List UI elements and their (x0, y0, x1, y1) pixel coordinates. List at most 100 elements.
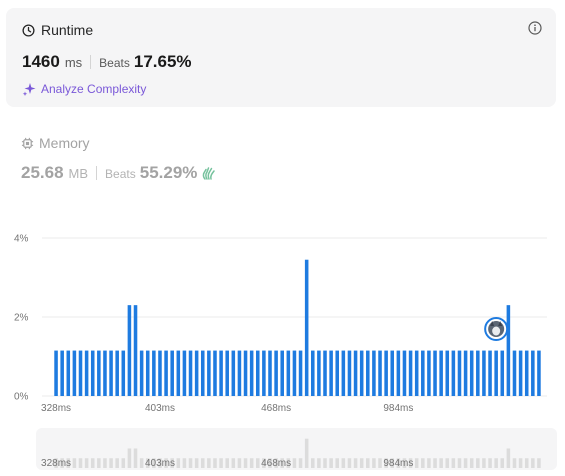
memory-section[interactable]: Memory 25.68 MB Beats 55.29% (21, 135, 217, 183)
chart-bar[interactable] (109, 350, 113, 396)
chart-bar[interactable] (97, 350, 101, 396)
chart-bar[interactable] (402, 350, 407, 396)
chart-bar[interactable] (133, 305, 138, 396)
analyze-complexity-label: Analyze Complexity (41, 82, 147, 96)
mini-bar (200, 458, 205, 468)
x-tick-label: 984ms (383, 403, 413, 414)
chart-bar[interactable] (506, 305, 511, 396)
chart-bar[interactable] (341, 350, 346, 396)
chart-bar[interactable] (262, 350, 266, 396)
chart-bar[interactable] (152, 350, 156, 396)
chart-bar[interactable] (84, 350, 89, 396)
chart-bar[interactable] (421, 350, 425, 396)
chart-bar[interactable] (476, 350, 480, 396)
chart-bar[interactable] (531, 350, 535, 396)
runtime-distribution-chart[interactable]: 0% 2% 4% 328ms 403ms 468ms 984ms (0, 225, 565, 420)
chart-bar[interactable] (500, 350, 505, 396)
chart-bar[interactable] (188, 350, 193, 396)
chart-bar[interactable] (145, 350, 150, 396)
chart-bar[interactable] (78, 350, 83, 396)
chart-bar[interactable] (390, 350, 395, 396)
chart-bar[interactable] (427, 350, 431, 396)
chart-bar[interactable] (127, 305, 132, 396)
chart-bar[interactable] (488, 350, 492, 396)
chart-bar[interactable] (445, 350, 450, 396)
chart-bar[interactable] (463, 350, 468, 396)
chart-bar[interactable] (311, 350, 315, 396)
chip-icon (21, 137, 34, 149)
mini-bar (372, 458, 376, 468)
chart-bar[interactable] (225, 350, 229, 396)
chart-bar[interactable] (469, 350, 474, 396)
chart-bar[interactable] (139, 350, 144, 396)
chart-bar[interactable] (66, 350, 71, 396)
mini-x-tick-label: 328ms (41, 458, 71, 469)
chart-bar[interactable] (243, 350, 248, 396)
chart-bar[interactable] (72, 350, 77, 396)
chart-bar[interactable] (512, 350, 517, 396)
chart-bar[interactable] (115, 350, 119, 396)
chart-bar[interactable] (158, 350, 162, 396)
chart-bar[interactable] (451, 350, 456, 396)
chart-bar[interactable] (396, 350, 401, 396)
chart-bar[interactable] (170, 350, 174, 396)
runtime-card[interactable]: Runtime 1460 ms Beats 17.65% Analyze Com… (6, 8, 556, 107)
chart-bar[interactable] (200, 350, 205, 396)
chart-bar[interactable] (414, 350, 419, 396)
chart-bar[interactable] (384, 350, 388, 396)
chart-bar[interactable] (194, 350, 199, 396)
info-icon[interactable] (528, 21, 542, 35)
chart-range-slider[interactable]: 328ms 403ms 468ms 984ms (36, 428, 557, 470)
chart-bar[interactable] (304, 259, 309, 396)
chart-bar[interactable] (176, 350, 181, 396)
chart-bar[interactable] (121, 350, 126, 396)
mini-bar (469, 458, 474, 468)
chart-bar[interactable] (317, 350, 321, 396)
chart-bar[interactable] (274, 350, 278, 396)
chart-bars[interactable] (54, 259, 541, 396)
chart-bar[interactable] (268, 350, 272, 396)
chart-bar[interactable] (249, 350, 254, 396)
memory-stats: 25.68 MB Beats 55.29% (21, 163, 217, 183)
chart-bar[interactable] (103, 350, 107, 396)
chart-bar[interactable] (518, 350, 523, 396)
mini-bar (255, 458, 260, 468)
mini-bar (463, 458, 468, 468)
chart-bar[interactable] (298, 350, 303, 396)
chart-bar[interactable] (439, 350, 443, 396)
chart-bar[interactable] (213, 350, 217, 396)
chart-bar[interactable] (219, 350, 223, 396)
chart-bar[interactable] (482, 350, 486, 396)
user-avatar-marker[interactable] (484, 317, 509, 341)
analyze-complexity-button[interactable]: Analyze Complexity (22, 82, 146, 96)
chart-bar[interactable] (207, 350, 211, 396)
chart-bar[interactable] (329, 350, 333, 396)
chart-bar[interactable] (366, 350, 370, 396)
chart-bar[interactable] (286, 350, 291, 396)
chart-bar[interactable] (433, 350, 437, 396)
chart-bar[interactable] (537, 350, 541, 396)
chart-bar[interactable] (255, 350, 260, 396)
chart-bar[interactable] (231, 350, 236, 396)
chart-bar[interactable] (457, 350, 462, 396)
chart-bar[interactable] (182, 350, 187, 396)
chart-bar[interactable] (60, 350, 64, 396)
chart-bar[interactable] (164, 350, 168, 396)
chart-bar[interactable] (90, 350, 95, 396)
chart-bar[interactable] (347, 350, 352, 396)
mini-bar (482, 458, 486, 468)
chart-bar[interactable] (524, 350, 529, 396)
chart-bar[interactable] (408, 350, 413, 396)
x-tick-label: 328ms (41, 403, 71, 414)
chart-bar[interactable] (372, 350, 376, 396)
chart-bar[interactable] (494, 350, 498, 396)
chart-bar[interactable] (378, 350, 382, 396)
chart-bar[interactable] (323, 350, 327, 396)
chart-bar[interactable] (280, 350, 284, 396)
chart-bar[interactable] (292, 350, 297, 396)
chart-bar[interactable] (353, 350, 358, 396)
chart-bar[interactable] (237, 350, 242, 396)
chart-bar[interactable] (54, 350, 58, 396)
chart-bar[interactable] (359, 350, 364, 396)
chart-bar[interactable] (335, 350, 340, 396)
